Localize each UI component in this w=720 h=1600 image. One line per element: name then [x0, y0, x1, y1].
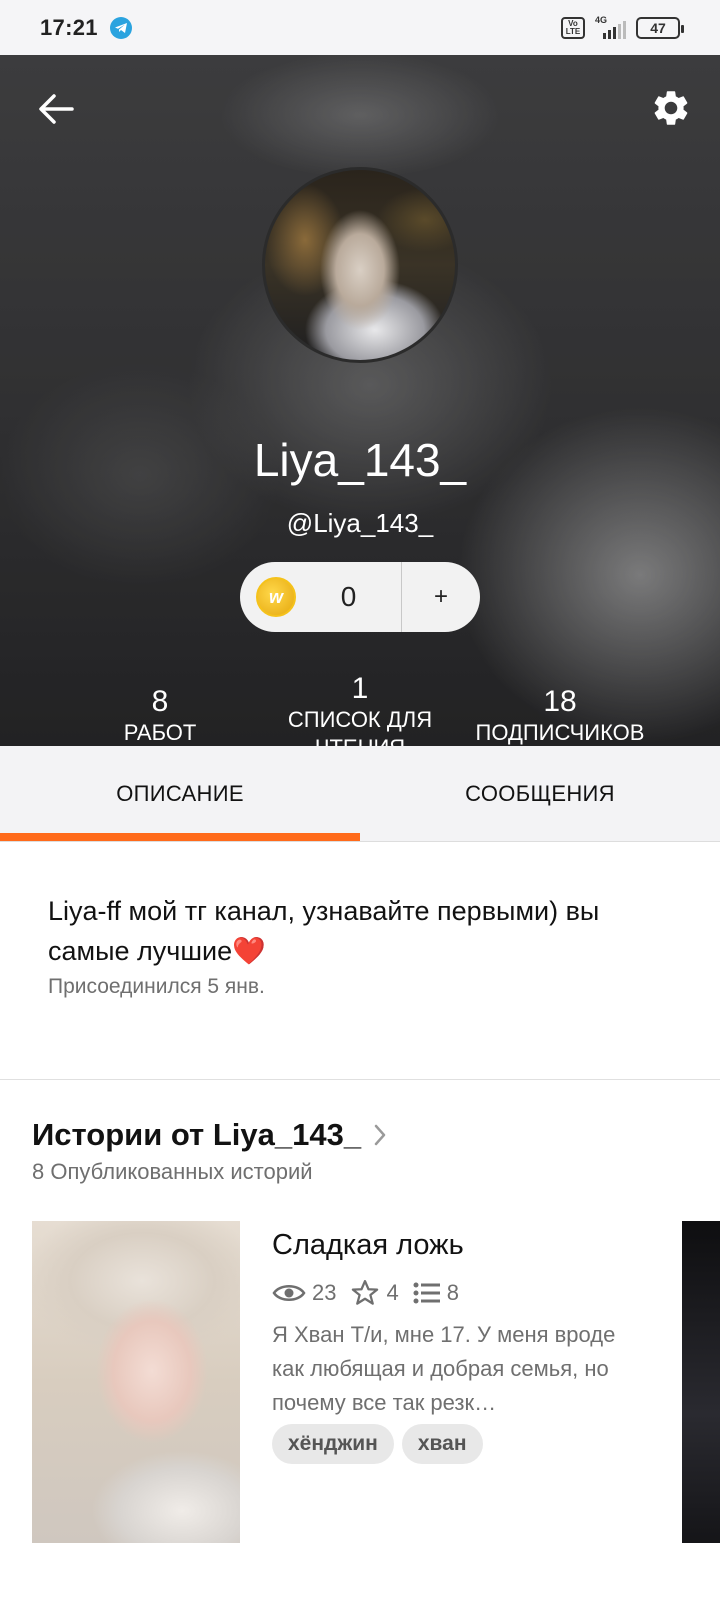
- volte-icon: Vo LTE: [561, 16, 585, 39]
- settings-button[interactable]: [646, 83, 696, 133]
- stories-count: 8 Опубликованных историй: [32, 1159, 313, 1184]
- profile-display-name: Liya_143_: [253, 434, 467, 486]
- add-coins-button[interactable]: +: [402, 562, 480, 632]
- status-time: 17:21: [40, 14, 98, 40]
- stories-header[interactable]: Истории от Liya_143_: [32, 1117, 387, 1153]
- story-tag[interactable]: хван: [401, 1424, 483, 1464]
- profile-header: Liya_143_ @Liya_143_ w 0 + 8 РАБОТ 1 СПИ…: [0, 55, 720, 746]
- gear-icon: [654, 91, 688, 125]
- profile-bio: Liya-ff мой тг канал, узнавайте первыми)…: [48, 896, 600, 966]
- stat-followers-label: ПОДПИСЧИКОВ: [475, 720, 645, 745]
- eye-icon: [272, 1285, 306, 1301]
- story-tag[interactable]: хёнджин: [272, 1424, 394, 1464]
- avatar[interactable]: [262, 167, 458, 363]
- story-title: Сладкая ложь: [272, 1229, 464, 1261]
- joined-date: Присоединился 5 янв.: [48, 975, 265, 998]
- star-icon: [352, 1280, 379, 1305]
- story-views: 23: [272, 1280, 336, 1306]
- stat-works-value: 8: [151, 685, 169, 718]
- chevron-right-icon: [374, 1124, 386, 1146]
- story-description: Я Хван Т/и, мне 17. У меня вроде как люб…: [272, 1322, 616, 1415]
- stories-section: Истории от Liya_143_ 8 Опубликованных ис…: [0, 1081, 720, 1600]
- stat-reading-list[interactable]: 1 СПИСОК ДЛЯ ЧТЕНИЯ: [260, 672, 460, 746]
- stat-followers[interactable]: 18 ПОДПИСЧИКОВ: [460, 685, 660, 746]
- stat-followers-value: 18: [543, 685, 577, 718]
- status-bar: 17:21 Vo LTE 4G 47: [0, 0, 720, 55]
- story-card[interactable]: Сладкая ложь 23 4 8 Я Хван Т/и, мне 17. …: [272, 1221, 652, 1464]
- signal-icon: 4G: [595, 14, 626, 39]
- telegram-icon: [109, 16, 132, 39]
- story-cover[interactable]: [32, 1221, 240, 1543]
- stat-reading-list-label: СПИСОК ДЛЯ ЧТЕНИЯ: [287, 707, 433, 746]
- back-button[interactable]: [34, 87, 78, 131]
- stat-works[interactable]: 8 РАБОТ: [100, 685, 220, 746]
- profile-tabs: ОПИСАНИЕ СООБЩЕНИЯ: [0, 746, 720, 842]
- tab-about[interactable]: ОПИСАНИЕ: [0, 746, 360, 841]
- stat-works-label: РАБОТ: [123, 720, 197, 745]
- stories-title: Истории от Liya_143_: [32, 1117, 362, 1152]
- tab-messages[interactable]: СООБЩЕНИЯ: [360, 746, 720, 841]
- list-icon: [413, 1282, 440, 1304]
- profile-handle: @Liya_143_: [286, 508, 434, 538]
- network-type: 4G: [595, 14, 608, 25]
- story-tags: хёнджин хван: [272, 1424, 652, 1464]
- arrow-left-icon: [39, 94, 74, 124]
- coin-icon: w: [256, 577, 296, 617]
- stat-reading-list-value: 1: [351, 672, 369, 705]
- coins-widget: w 0 +: [240, 562, 480, 632]
- battery-icon: 47: [636, 16, 684, 39]
- next-story-cover[interactable]: [682, 1221, 720, 1543]
- story-votes: 4: [350, 1278, 399, 1308]
- coin-balance: 0: [340, 581, 357, 612]
- story-stats: 23 4 8: [272, 1278, 652, 1308]
- battery-level: 47: [650, 19, 666, 36]
- about-section: Liya-ff мой тг канал, узнавайте первыми)…: [0, 843, 720, 1080]
- story-parts: 8: [413, 1280, 459, 1306]
